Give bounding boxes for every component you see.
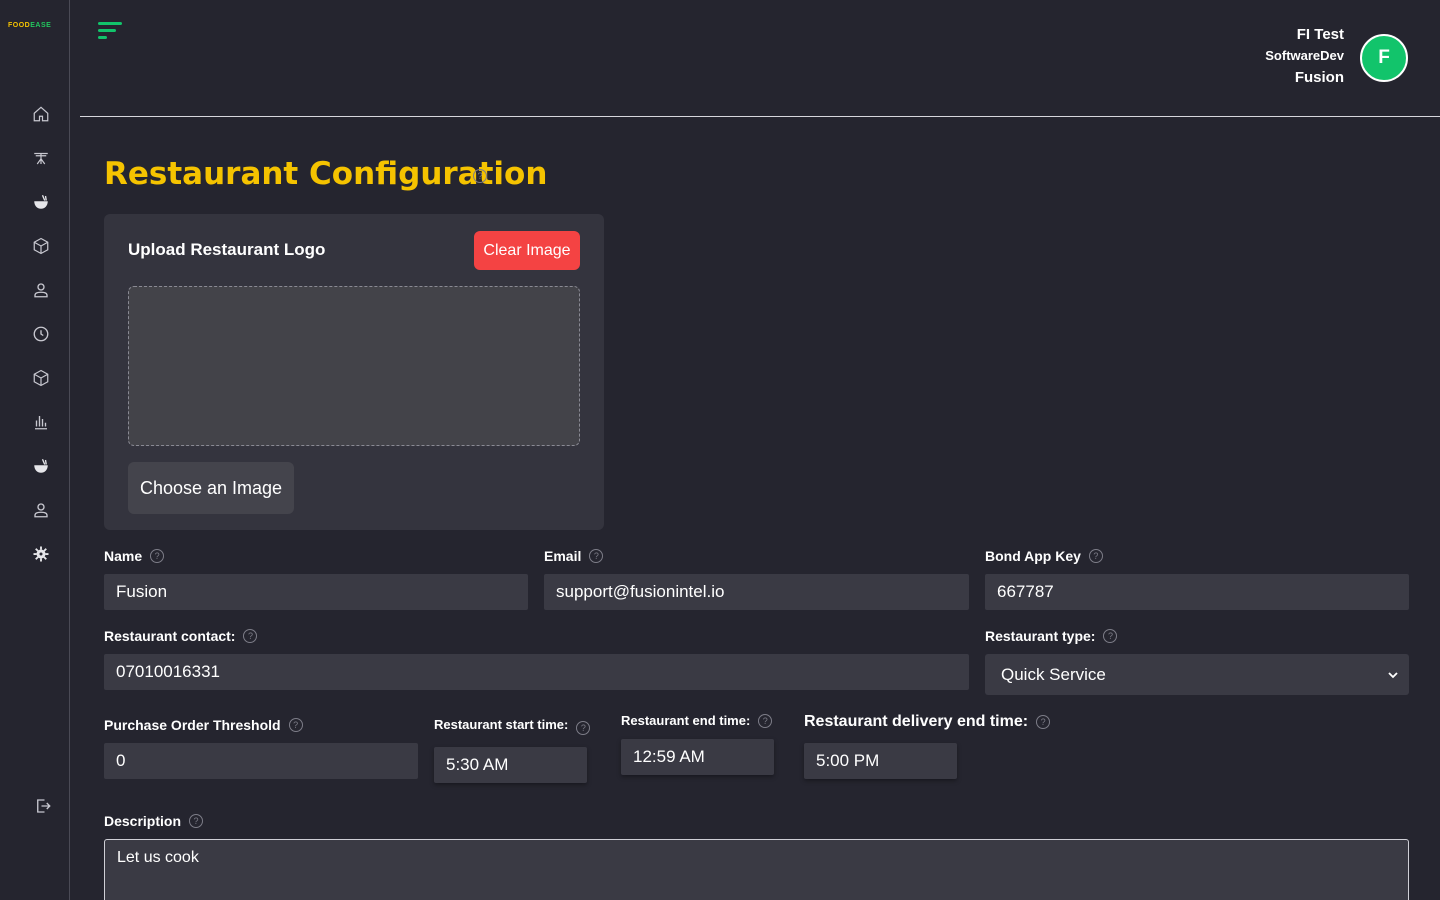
dining-table-icon bbox=[34, 152, 48, 165]
name-help-icon[interactable]: ? bbox=[150, 549, 165, 563]
delivery-end-time-help-icon[interactable]: ? bbox=[1036, 715, 1051, 729]
start-time-label: Restaurant start time: ? bbox=[434, 713, 591, 735]
contact-label-text: Restaurant contact: bbox=[104, 628, 236, 644]
logo-upload-card: Upload Restaurant Logo Clear Image Choos… bbox=[104, 214, 604, 530]
user-name: FI Test bbox=[1296, 26, 1344, 43]
sidebar: FOODEASE bbox=[0, 0, 70, 900]
clock-icon bbox=[33, 326, 49, 342]
food-bowl-icon bbox=[34, 194, 48, 209]
description-textarea[interactable]: Let us cook bbox=[104, 839, 1409, 900]
delivery-end-time-label: Restaurant delivery end time: ? bbox=[804, 713, 1051, 731]
bond-app-key-label-text: Bond App Key bbox=[985, 548, 1081, 564]
restaurant-type-select[interactable]: Quick Service bbox=[985, 654, 1409, 695]
start-time-help-icon[interactable]: ? bbox=[576, 721, 591, 735]
sidebar-item-settings[interactable] bbox=[30, 543, 52, 565]
contact-help-icon[interactable]: ? bbox=[243, 629, 258, 643]
po-threshold-help-icon[interactable]: ? bbox=[288, 718, 303, 732]
user-icon bbox=[34, 283, 48, 298]
restaurant-type-help-icon[interactable]: ? bbox=[1103, 629, 1118, 643]
user-role: SoftwareDev bbox=[1265, 48, 1344, 63]
sidebar-item-food[interactable] bbox=[30, 191, 52, 213]
end-time-label-text: Restaurant end time: bbox=[621, 713, 751, 728]
chevron-down-icon bbox=[1388, 671, 1398, 678]
name-input[interactable]: Fusion bbox=[104, 574, 528, 610]
description-label-text: Description bbox=[104, 813, 182, 829]
po-threshold-input[interactable]: 0 bbox=[104, 743, 418, 779]
end-time-label: Restaurant end time: ? bbox=[621, 713, 773, 728]
bond-app-key-input[interactable]: 667787 bbox=[985, 574, 1409, 610]
sidebar-item-inventory[interactable] bbox=[30, 235, 52, 257]
choose-image-button[interactable]: Choose an Image bbox=[128, 462, 294, 514]
header-divider bbox=[80, 116, 1440, 117]
sidebar-item-reports[interactable] bbox=[30, 411, 52, 433]
contact-label: Restaurant contact: ? bbox=[104, 628, 258, 644]
sidebar-item-users[interactable] bbox=[30, 279, 52, 301]
logo-text-food: FOOD bbox=[8, 22, 31, 29]
logo-text-ease: EASE bbox=[30, 22, 52, 29]
end-time-help-icon[interactable]: ? bbox=[758, 713, 773, 728]
hamburger-menu-icon bbox=[98, 22, 122, 39]
clear-image-button[interactable]: Clear Image bbox=[474, 231, 580, 270]
name-label-text: Name bbox=[104, 548, 143, 564]
po-threshold-label-text: Purchase Order Threshold bbox=[104, 717, 281, 733]
delivery-end-time-input[interactable]: 5:00 PM bbox=[804, 743, 957, 779]
sidebar-item-home[interactable] bbox=[30, 103, 52, 125]
po-threshold-label: Purchase Order Threshold ? bbox=[104, 717, 303, 733]
description-label: Description ? bbox=[104, 813, 204, 829]
upload-title: Upload Restaurant Logo bbox=[128, 240, 326, 259]
contact-input[interactable]: 07010016331 bbox=[104, 654, 969, 690]
app-logo[interactable]: FOODEASE bbox=[8, 22, 51, 29]
settings-icon bbox=[33, 546, 49, 562]
email-label: Email ? bbox=[544, 548, 604, 564]
sidebar-item-tables[interactable] bbox=[30, 147, 52, 169]
start-time-label-text: Restaurant start time: bbox=[434, 716, 569, 732]
sidebar-item-staff[interactable] bbox=[30, 499, 52, 521]
name-label: Name ? bbox=[104, 548, 165, 564]
sidebar-item-history[interactable] bbox=[30, 323, 52, 345]
bond-app-key-help-icon[interactable]: ? bbox=[1088, 549, 1103, 563]
package-icon bbox=[33, 369, 49, 387]
email-input[interactable]: support@fusionintel.io bbox=[544, 574, 969, 610]
box-icon bbox=[33, 237, 49, 255]
user-organization: Fusion bbox=[1294, 69, 1344, 86]
description-help-icon[interactable]: ? bbox=[189, 814, 204, 828]
email-help-icon[interactable]: ? bbox=[589, 549, 604, 563]
logout-icon bbox=[37, 799, 51, 813]
title-help-icon[interactable]: ? bbox=[473, 169, 487, 183]
restaurant-type-value: Quick Service bbox=[1001, 664, 1106, 684]
user-info: FI Test SoftwareDev Fusion bbox=[1265, 26, 1344, 88]
home-icon bbox=[33, 106, 49, 122]
logout-button[interactable] bbox=[32, 795, 54, 817]
email-label-text: Email bbox=[544, 548, 582, 564]
delivery-end-time-label-text: Restaurant delivery end time: bbox=[804, 713, 1029, 730]
bond-app-key-label: Bond App Key ? bbox=[985, 548, 1103, 564]
food-icon bbox=[34, 458, 48, 473]
start-time-input[interactable]: 5:30 AM bbox=[434, 747, 587, 783]
logo-preview-area[interactable] bbox=[128, 286, 580, 446]
sidebar-item-menu[interactable] bbox=[30, 455, 52, 477]
end-time-input[interactable]: 12:59 AM bbox=[621, 739, 774, 775]
bar-chart-icon bbox=[35, 416, 47, 430]
restaurant-type-label: Restaurant type: ? bbox=[985, 628, 1118, 644]
menu-toggle-button[interactable] bbox=[98, 20, 124, 42]
restaurant-type-label-text: Restaurant type: bbox=[985, 628, 1096, 644]
avatar[interactable]: F bbox=[1360, 34, 1408, 82]
staff-icon bbox=[34, 503, 48, 518]
sidebar-item-packages[interactable] bbox=[30, 367, 52, 389]
